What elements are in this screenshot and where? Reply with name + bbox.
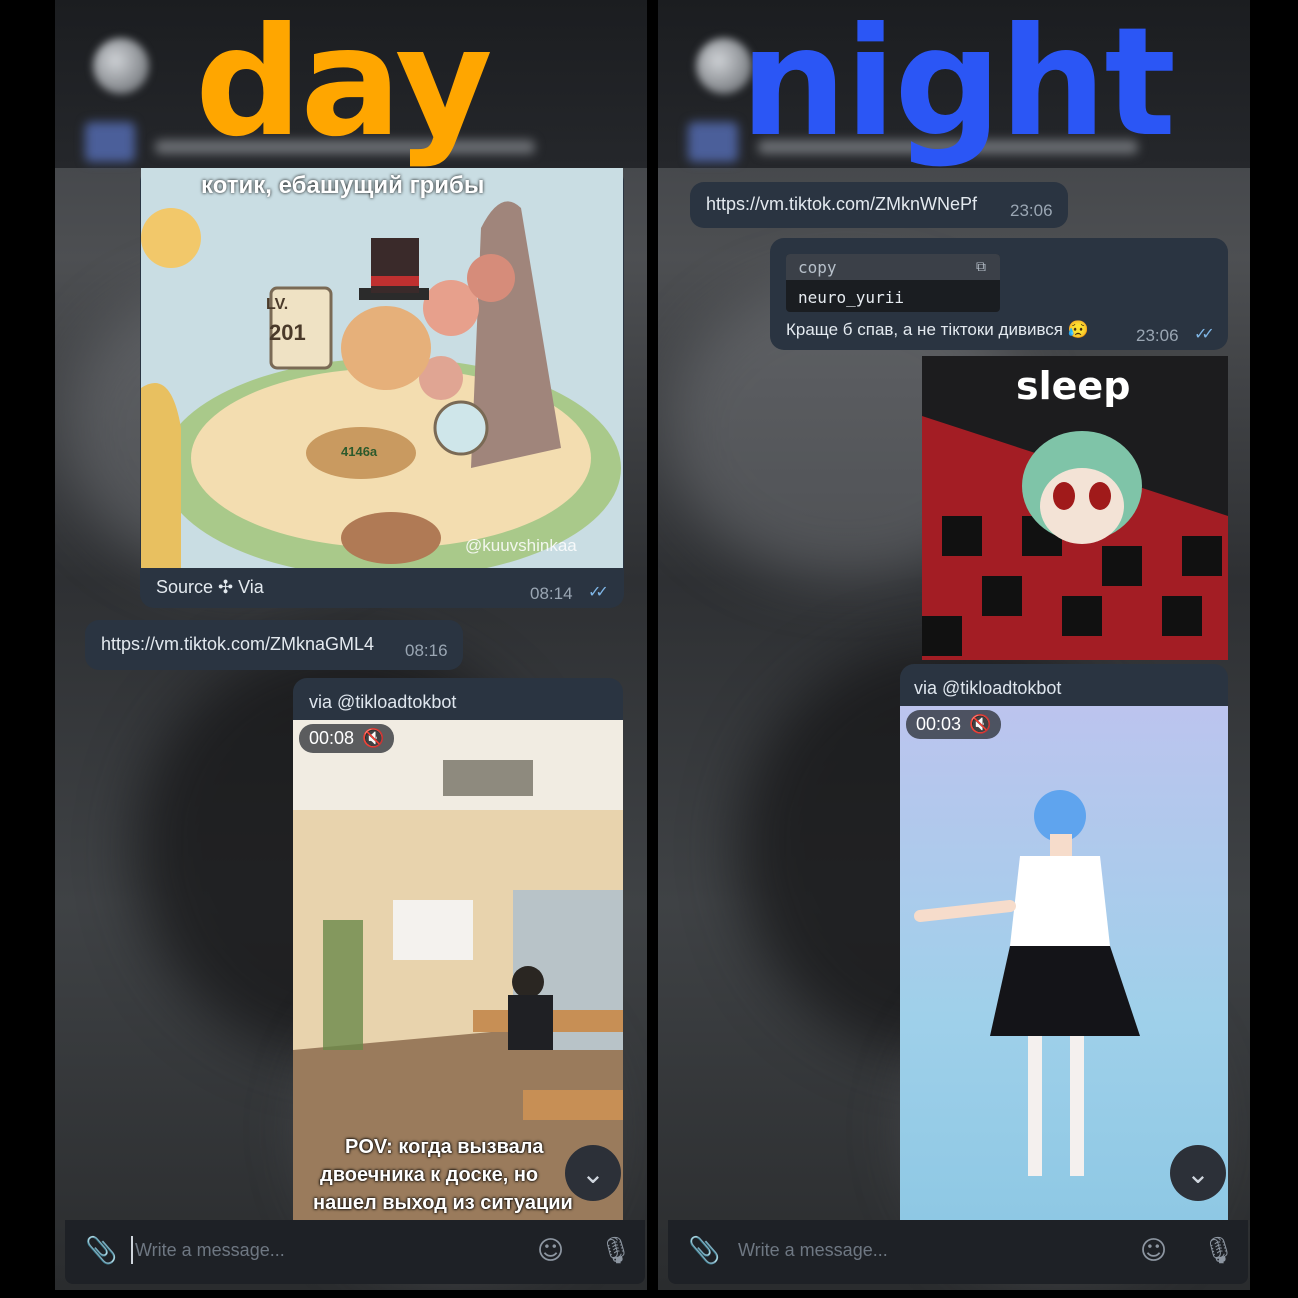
- sticker-caption: котик, ебашущий грибы: [201, 172, 485, 199]
- mic-icon[interactable]: 🎙: [599, 1236, 632, 1266]
- video-caption-line: POV: когда вызвала: [345, 1136, 544, 1158]
- cat-mushroom-illustration: [141, 168, 623, 568]
- coin-counter: 4146a: [341, 444, 378, 459]
- message-time: 08:14: [530, 584, 573, 603]
- via-bot-label[interactable]: via @tikloadtokbot: [309, 692, 456, 713]
- message-composer[interactable]: 📎 Write a message... ☺ 🎙: [65, 1220, 645, 1284]
- video-duration-badge[interactable]: 00:08 🔇: [299, 724, 395, 753]
- message-time: 23:06: [1136, 326, 1179, 345]
- sticker-image[interactable]: котик, ебашущий грибы LV. 201 4146a @kuu…: [141, 168, 623, 568]
- code-language-label: copy: [798, 258, 837, 277]
- scroll-down-button[interactable]: ⌄: [1170, 1145, 1226, 1201]
- message-time: 08:16: [405, 641, 448, 660]
- video-preview[interactable]: 00:03 🔇: [900, 706, 1228, 1222]
- video-preview[interactable]: 00:08 🔇 POV: когда вызвала двоечника к д…: [293, 720, 623, 1220]
- chevron-down-icon: ⌄: [581, 1156, 605, 1190]
- mute-icon[interactable]: 🔇: [969, 714, 991, 735]
- video-message[interactable]: via @tikloadtokbot 00:03 🔇: [900, 664, 1228, 1224]
- pinned-thumbnail[interactable]: [688, 122, 738, 162]
- attach-icon[interactable]: 📎: [688, 1236, 720, 1266]
- sticker-caption: sleep: [1016, 364, 1131, 408]
- double-check-icon: ✓✓: [588, 584, 609, 601]
- mute-icon[interactable]: 🔇: [362, 728, 384, 749]
- day-chat-panel: котик, ебашущий грибы LV. 201 4146a @kuu…: [55, 0, 647, 1290]
- message-time: 23:06: [1010, 201, 1053, 220]
- message-text: Краще б спав, а не тіктоки дивився 😥: [786, 320, 1089, 339]
- night-label: night: [740, 0, 1176, 170]
- video-duration: 00:03: [916, 714, 962, 734]
- message-composer[interactable]: 📎 Write a message... ☺ 🎙: [668, 1220, 1248, 1284]
- video-caption-line: двоечника к доске, но: [320, 1164, 539, 1186]
- sleep-sticker[interactable]: sleep: [922, 356, 1228, 660]
- video-duration: 00:08: [309, 728, 355, 748]
- code-block[interactable]: copy ⧉ neuro_yurii: [786, 254, 1000, 312]
- text-message[interactable]: copy ⧉ neuro_yurii Краще б спав, а не ті…: [770, 238, 1228, 350]
- pinned-thumbnail[interactable]: [85, 122, 135, 162]
- sign-level-label: LV.: [266, 296, 289, 313]
- mic-icon[interactable]: 🎙: [1202, 1236, 1235, 1266]
- message-input[interactable]: Write a message...: [135, 1240, 285, 1261]
- video-duration-badge[interactable]: 00:03 🔇: [906, 710, 1002, 739]
- day-label: day: [195, 0, 493, 170]
- attach-icon[interactable]: 📎: [85, 1236, 117, 1266]
- maid-cosplay-frame: [914, 790, 1140, 1176]
- emoji-icon[interactable]: ☺: [1140, 1236, 1167, 1266]
- chevron-down-icon: ⌄: [1186, 1156, 1210, 1190]
- watermark: @kuuvshinkaa: [465, 536, 577, 555]
- source-via-links[interactable]: Source ✣ Via: [156, 577, 264, 598]
- link-message[interactable]: https://vm.tiktok.com/ZMknaGML4 08:16: [85, 620, 463, 670]
- copy-icon[interactable]: ⧉: [976, 259, 986, 275]
- video-caption-line: нашел выход из ситуации: [313, 1192, 573, 1214]
- scroll-down-button[interactable]: ⌄: [565, 1145, 621, 1201]
- code-content: neuro_yurii: [798, 288, 904, 307]
- message-link[interactable]: https://vm.tiktok.com/ZMknaGML4: [101, 634, 374, 655]
- link-message[interactable]: https://vm.tiktok.com/ZMknWNePf 23:06: [690, 182, 1068, 228]
- avatar[interactable]: [93, 38, 149, 94]
- text-cursor: [131, 1236, 133, 1264]
- message-link[interactable]: https://vm.tiktok.com/ZMknWNePf: [706, 194, 977, 215]
- night-chat-panel: https://vm.tiktok.com/ZMknWNePf 23:06 co…: [658, 0, 1250, 1290]
- double-check-icon: ✓✓: [1194, 326, 1215, 343]
- image-message[interactable]: котик, ебашущий грибы LV. 201 4146a @kuu…: [140, 168, 624, 608]
- emoji-icon[interactable]: ☺: [537, 1236, 564, 1266]
- via-bot-label[interactable]: via @tikloadtokbot: [914, 678, 1061, 699]
- message-input[interactable]: Write a message...: [738, 1240, 888, 1261]
- sign-level-number: 201: [269, 320, 306, 345]
